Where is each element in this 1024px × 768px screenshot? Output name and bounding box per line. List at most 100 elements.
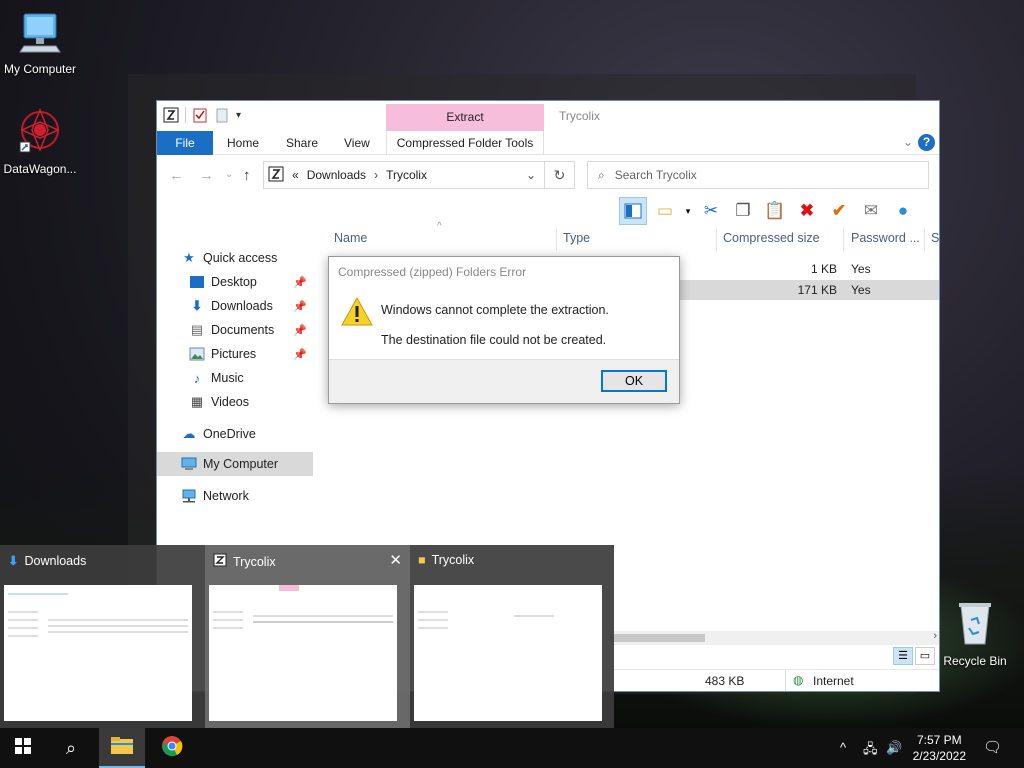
- nav-pictures[interactable]: Pictures 📌: [157, 342, 313, 366]
- title-bar: ▾ Extract Trycolix: [157, 101, 939, 131]
- zip-folder-icon: [268, 166, 284, 185]
- address-overflow[interactable]: «: [292, 168, 299, 182]
- dialog-message-secondary: The destination file could not be create…: [381, 333, 607, 347]
- thumbnail-title: Trycolix: [213, 553, 276, 570]
- clock[interactable]: 7:57 PM 2/23/2022: [913, 732, 966, 764]
- notification-icon[interactable]: 🗨: [983, 738, 1002, 756]
- customize-qat-dropdown-icon[interactable]: ▾: [236, 110, 241, 121]
- copy-icon[interactable]: ❐: [729, 197, 757, 225]
- nav-videos[interactable]: ▦ Videos: [157, 390, 313, 414]
- rename-check-icon[interactable]: ✔: [825, 197, 853, 225]
- nav-downloads[interactable]: ⬇ Downloads 📌: [157, 294, 313, 318]
- nav-quick-access[interactable]: ★ Quick access: [157, 246, 313, 270]
- horizontal-scrollbar[interactable]: ›: [609, 630, 939, 645]
- delete-icon[interactable]: ✖: [793, 197, 821, 225]
- password-cell: Yes: [851, 262, 871, 276]
- desktop-icon-datawagon[interactable]: DataWagon...: [0, 106, 80, 176]
- search-button[interactable]: ⌕: [48, 728, 94, 768]
- nav-my-computer[interactable]: My Computer: [157, 452, 313, 476]
- network-tray-icon[interactable]: 🖧: [863, 740, 878, 762]
- refresh-button[interactable]: ↻: [545, 161, 575, 189]
- nav-desktop[interactable]: Desktop 📌: [157, 270, 313, 294]
- pin-icon[interactable]: 📌: [293, 276, 307, 289]
- scroll-right-icon[interactable]: ›: [933, 630, 937, 642]
- search-box[interactable]: ⌕ Search Trycolix: [587, 161, 929, 189]
- tab-file[interactable]: File: [157, 131, 213, 155]
- address-row: ← → ⌄ ↑ « Downloads › Trycolix ⌄ ↻ ⌕ Sea…: [157, 155, 939, 195]
- details-view-icon[interactable]: ☰: [893, 647, 913, 665]
- tab-compressed-folder-tools[interactable]: Compressed Folder Tools: [386, 131, 544, 155]
- expand-ribbon-chevron-icon[interactable]: ⌄: [903, 135, 913, 149]
- search-placeholder: Search Trycolix: [614, 168, 697, 182]
- column-header-name[interactable]: Name: [334, 231, 367, 251]
- password-cell: Yes: [851, 283, 871, 297]
- thumbnail-label: Trycolix: [233, 554, 276, 569]
- close-icon[interactable]: ✕: [389, 551, 402, 569]
- start-button[interactable]: [0, 728, 46, 768]
- clock-time: 7:57 PM: [916, 733, 962, 747]
- volume-icon[interactable]: 🔊: [886, 740, 902, 756]
- nav-network[interactable]: Network: [157, 484, 313, 508]
- large-icons-view-icon[interactable]: ▭: [915, 647, 935, 665]
- table-row[interactable]: 1 KB Yes: [679, 259, 939, 279]
- cut-icon[interactable]: ✂: [697, 197, 725, 225]
- column-separator[interactable]: [556, 229, 557, 251]
- pin-icon[interactable]: 📌: [293, 300, 307, 313]
- status-zone: Internet: [813, 674, 854, 688]
- folder-options-icon[interactable]: ▭: [651, 197, 679, 225]
- pin-icon[interactable]: 📌: [293, 324, 307, 337]
- properties-icon[interactable]: [192, 107, 208, 123]
- star-icon: ★: [183, 250, 195, 265]
- column-header-password[interactable]: Password ...: [851, 231, 920, 251]
- ok-button[interactable]: OK: [601, 370, 667, 392]
- documents-icon: ▤: [190, 322, 204, 337]
- new-folder-icon[interactable]: [214, 107, 230, 123]
- back-arrow-icon[interactable]: ←: [169, 167, 184, 184]
- table-row[interactable]: 171 KB Yes: [679, 280, 939, 300]
- taskbar-chrome[interactable]: [149, 728, 195, 768]
- nav-label: OneDrive: [203, 427, 256, 441]
- thumbnail-downloads[interactable]: ⬇ Downloads: [0, 545, 205, 728]
- column-header-compressed-size[interactable]: Compressed size: [723, 231, 820, 251]
- column-separator[interactable]: [924, 229, 925, 251]
- email-icon[interactable]: ✉: [857, 197, 885, 225]
- paste-icon[interactable]: 📋: [761, 197, 789, 225]
- address-dropdown-icon[interactable]: ⌄: [526, 168, 536, 182]
- desktop-icon-my-computer[interactable]: My Computer: [0, 10, 80, 76]
- tab-home[interactable]: Home: [227, 131, 259, 155]
- column-header-size[interactable]: Si: [931, 231, 939, 251]
- column-separator[interactable]: [716, 229, 717, 251]
- cloud-icon: ☁: [182, 426, 196, 441]
- show-hidden-icons-chevron-icon[interactable]: ^: [840, 740, 846, 755]
- nav-onedrive[interactable]: ☁ OneDrive: [157, 422, 313, 446]
- thumbnail-trycolix-zip[interactable]: Trycolix ✕: [205, 545, 410, 728]
- forward-arrow-icon[interactable]: →: [199, 167, 214, 184]
- dialog-footer: OK: [329, 359, 679, 403]
- preview-pane-icon[interactable]: [619, 197, 647, 225]
- scrollbar-thumb[interactable]: [609, 634, 705, 642]
- desktop-icon-label: My Computer: [3, 62, 77, 76]
- compressed-size-cell: 171 KB: [797, 283, 837, 297]
- breadcrumb-trycolix[interactable]: Trycolix: [386, 168, 427, 182]
- share-globe-icon[interactable]: ●: [889, 197, 917, 225]
- extract-context-header: Extract: [386, 104, 544, 131]
- tab-view[interactable]: View: [344, 131, 370, 155]
- taskbar-file-explorer[interactable]: [99, 728, 145, 768]
- help-icon[interactable]: ?: [918, 134, 935, 151]
- desktop-icon-recycle-bin[interactable]: Recycle Bin: [935, 600, 1015, 668]
- pin-icon[interactable]: 📌: [293, 348, 307, 361]
- nav-music[interactable]: ♪ Music: [157, 366, 313, 390]
- column-header-type[interactable]: Type: [563, 231, 590, 251]
- status-size: 483 KB: [705, 674, 745, 688]
- dialog-message-primary: Windows cannot complete the extraction.: [381, 303, 609, 317]
- thumbnail-trycolix-folder[interactable]: ■ Trycolix: [410, 545, 615, 728]
- up-arrow-icon[interactable]: ↑: [243, 167, 251, 184]
- dropdown-icon[interactable]: ▾: [683, 197, 693, 225]
- address-bar[interactable]: « Downloads › Trycolix ⌄: [263, 161, 545, 189]
- tab-share[interactable]: Share: [286, 131, 318, 155]
- column-separator[interactable]: [843, 229, 844, 251]
- breadcrumb-downloads[interactable]: Downloads: [307, 168, 366, 182]
- nav-documents[interactable]: ▤ Documents 📌: [157, 318, 313, 342]
- recent-locations-chevron-icon[interactable]: ⌄: [225, 169, 233, 180]
- breadcrumb-separator-icon[interactable]: ›: [374, 168, 378, 182]
